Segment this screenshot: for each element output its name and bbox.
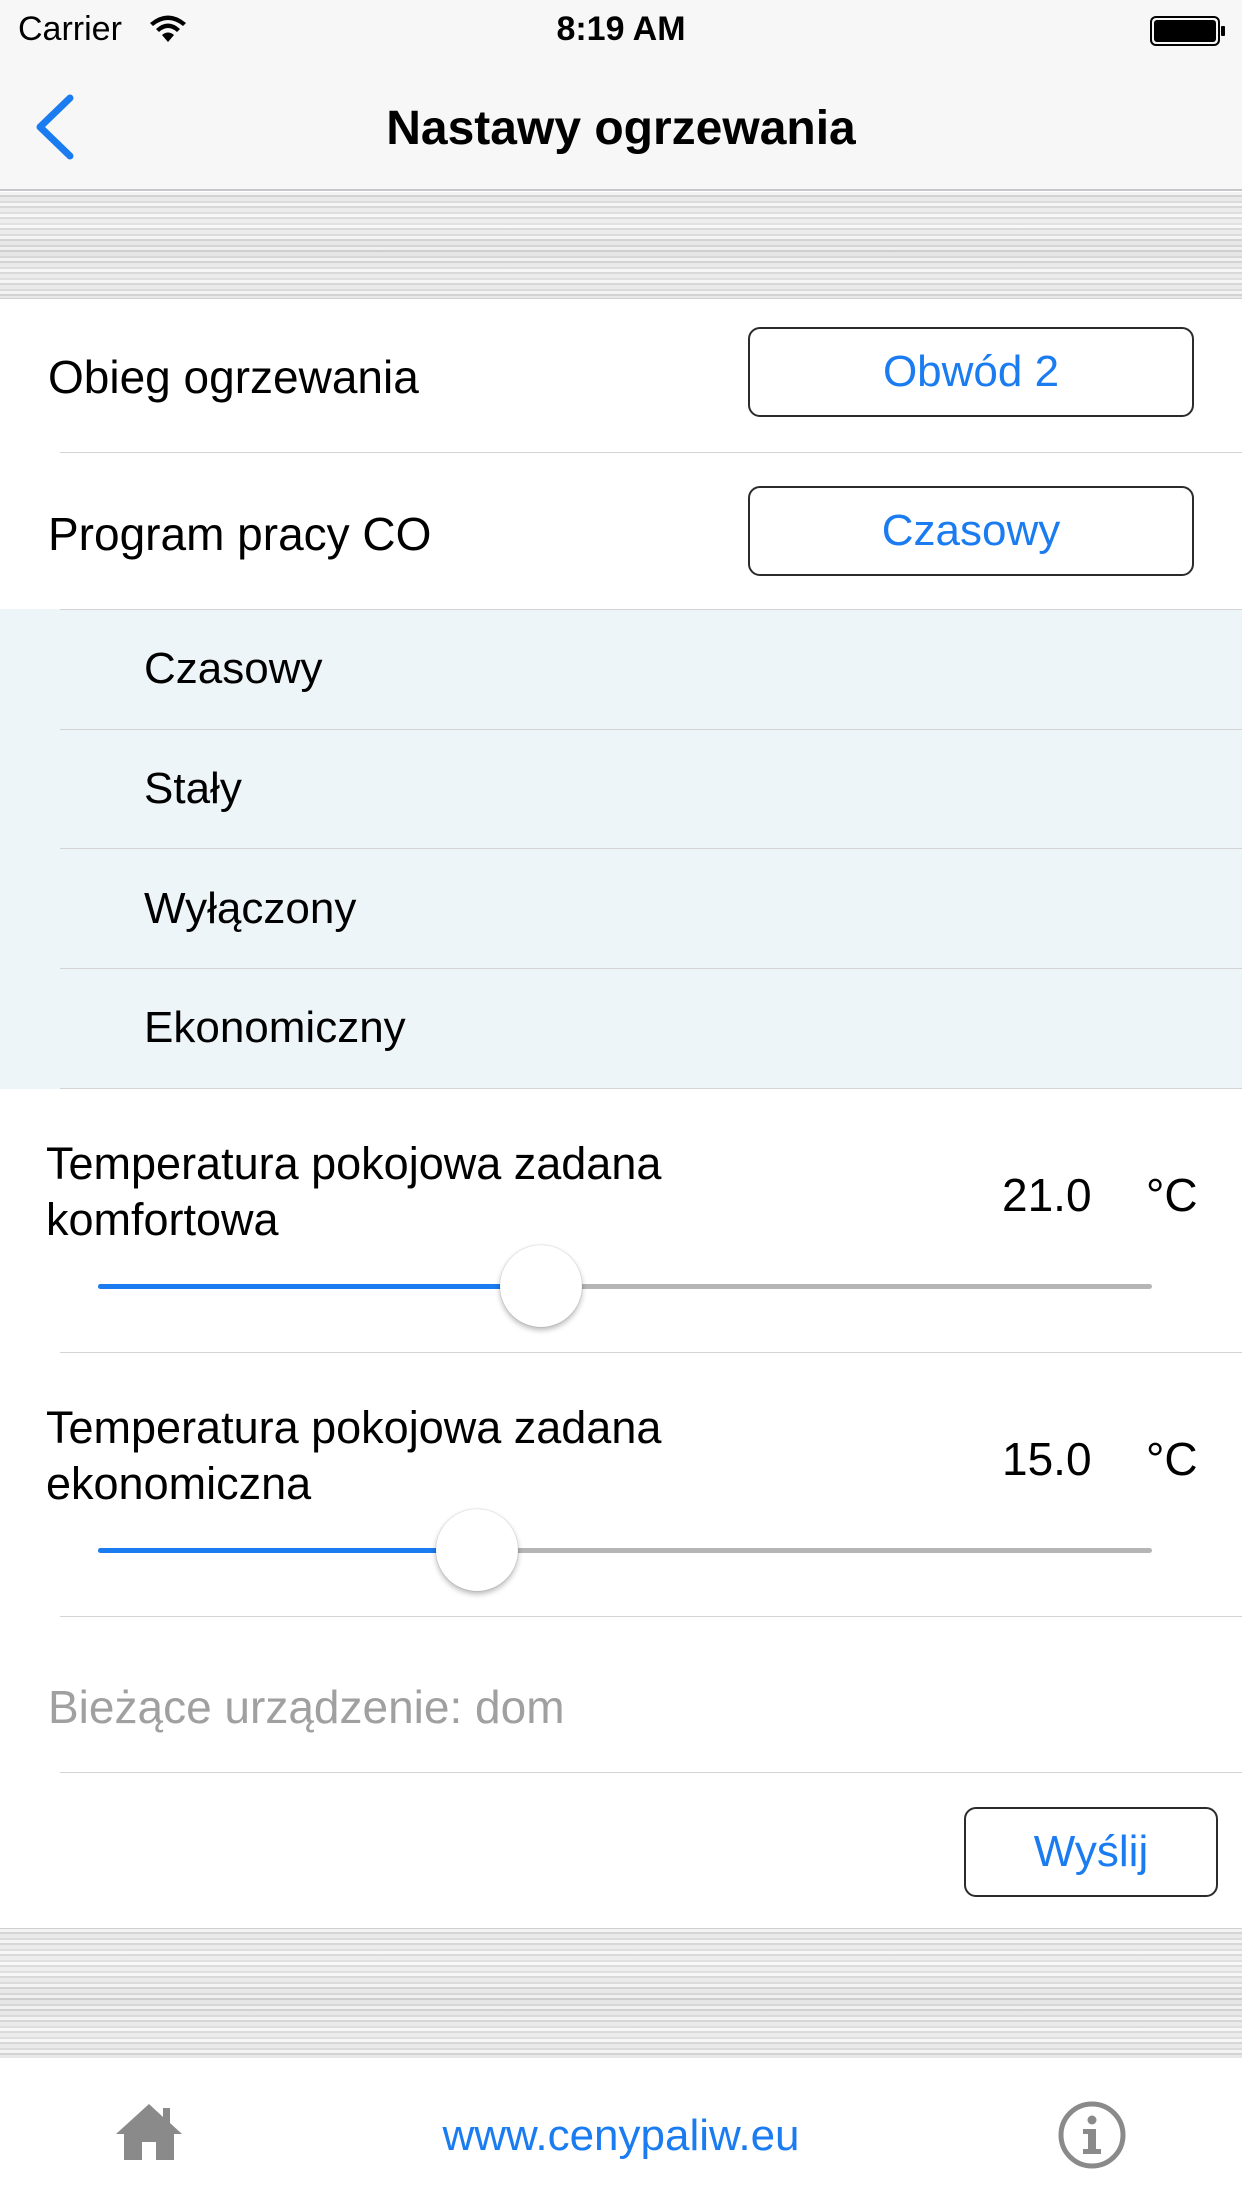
row-separator xyxy=(60,729,1242,730)
heating-circuit-value: Obwód 2 xyxy=(882,347,1060,396)
status-time: 8:19 AM xyxy=(556,10,686,48)
send-button[interactable]: Wyślij xyxy=(964,1807,1218,1897)
row-separator xyxy=(60,1616,1242,1617)
decorative-header-strip xyxy=(0,192,1242,299)
dropdown-option-ekonomiczny[interactable]: Ekonomiczny xyxy=(144,1003,406,1053)
economy-temp-slider-fill xyxy=(98,1548,478,1553)
heating-circuit-label: Obieg ogrzewania xyxy=(48,351,419,403)
comfort-temp-label: Temperatura pokojowa zadana komfortowa xyxy=(46,1138,662,1245)
decorative-footer-strip xyxy=(0,1928,1242,2059)
program-value: Czasowy xyxy=(881,506,1061,555)
economy-temp-unit: °C xyxy=(1146,1433,1198,1485)
row-separator xyxy=(60,968,1242,969)
comfort-temp-value: 21.0 xyxy=(1002,1169,1092,1221)
heating-circuit-button[interactable]: Obwód 2 xyxy=(748,327,1194,417)
economy-temp-value: 15.0 xyxy=(1002,1433,1092,1485)
economy-temp-label: Temperatura pokojowa zadana ekonomiczna xyxy=(46,1402,662,1509)
row-separator xyxy=(60,1088,1242,1089)
dropdown-option-staly[interactable]: Stały xyxy=(144,764,242,814)
dropdown-option-czasowy[interactable]: Czasowy xyxy=(144,644,323,694)
dropdown-option-wylaczony[interactable]: Wyłączony xyxy=(144,884,356,934)
page-title: Nastawy ogrzewania xyxy=(386,102,856,155)
program-label: Program pracy CO xyxy=(48,508,432,560)
row-separator xyxy=(60,452,1242,453)
row-separator xyxy=(60,609,1242,610)
website-link[interactable]: www.cenypaliw.eu xyxy=(0,2111,1242,2161)
comfort-temp-slider-thumb[interactable] xyxy=(499,1245,582,1327)
comfort-temp-slider-fill xyxy=(98,1284,541,1289)
send-button-label: Wyślij xyxy=(1033,1827,1149,1876)
battery-icon xyxy=(1150,16,1226,51)
comfort-temp-unit: °C xyxy=(1146,1169,1198,1221)
current-device-label: Bieżące urządzenie: dom xyxy=(48,1681,565,1733)
program-button[interactable]: Czasowy xyxy=(748,486,1194,576)
info-icon[interactable] xyxy=(1057,2100,1127,2175)
row-separator xyxy=(60,1772,1242,1773)
economy-temp-slider-thumb[interactable] xyxy=(436,1509,519,1591)
row-separator xyxy=(60,1352,1242,1353)
row-separator xyxy=(60,848,1242,849)
